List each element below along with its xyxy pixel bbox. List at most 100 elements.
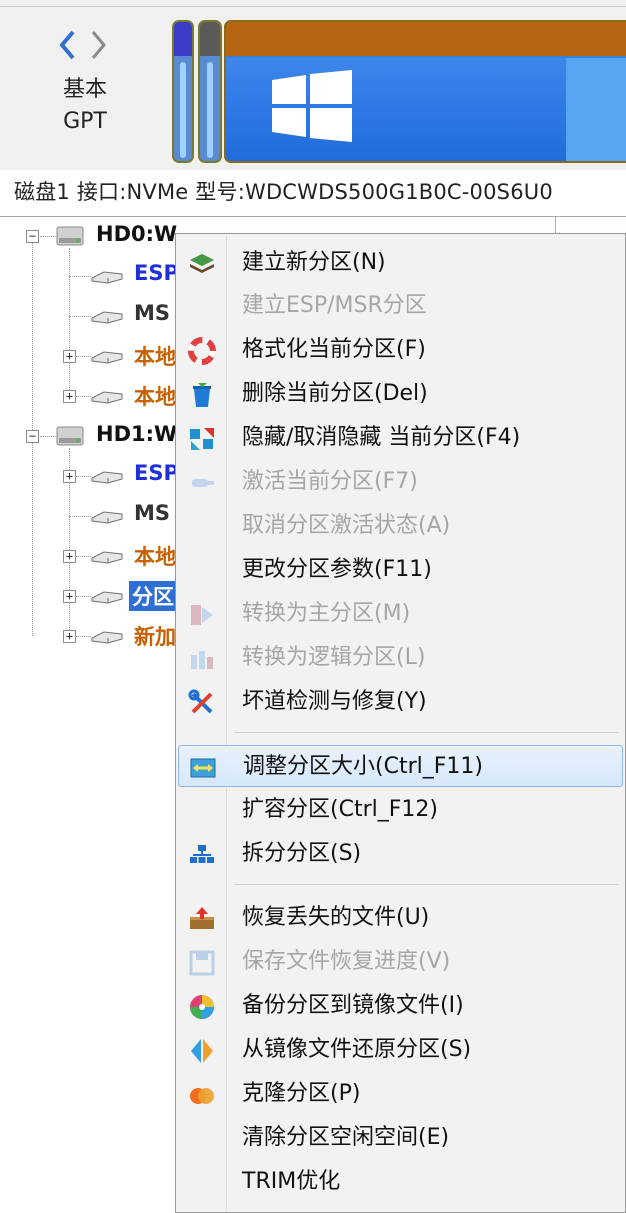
tree-partition-label[interactable]: 本地 [134, 341, 176, 371]
menu-item-17[interactable]: 备份分区到镜像文件(I) [178, 985, 623, 1027]
tree-partition-label[interactable]: ESP [134, 261, 179, 285]
partition-drive-icon [90, 589, 124, 604]
menu-item-3[interactable]: 格式化当前分区(F) [178, 329, 623, 371]
restore-icon [188, 1037, 216, 1065]
menu-item-label: 转换为主分区(M) [242, 601, 411, 626]
disk-map-bar: 基本 GPT [0, 0, 626, 170]
hard-disk-icon [56, 225, 84, 247]
tools-icon [188, 689, 216, 717]
menu-item-label: 清除分区空闲空间(E) [242, 1125, 450, 1150]
menu-item-19[interactable]: 克隆分区(P) [178, 1073, 623, 1115]
esp-partition-segment[interactable] [172, 20, 194, 163]
menu-item-21[interactable]: TRIM优化 [178, 1161, 623, 1203]
convert-logical-icon [188, 645, 216, 673]
menu-item-label: 取消分区激活状态(A) [242, 513, 451, 538]
menu-item-label: 克隆分区(P) [242, 1081, 361, 1106]
menu-item-label: 调整分区大小(Ctrl_F11) [243, 754, 483, 779]
menu-item-label: 建立ESP/MSR分区 [242, 293, 427, 318]
menu-item-13[interactable]: 扩容分区(Ctrl_F12) [178, 789, 623, 831]
tree-partition-label[interactable]: MS [134, 501, 170, 525]
tree-partition-label[interactable]: 新加 [134, 621, 176, 651]
tree-partition-label[interactable]: 本地 [134, 541, 176, 571]
disk-info-text: 磁盘1 接口:NVMe 型号:WDCWDS500G1B0C-00S6U0 [14, 180, 553, 204]
menu-item-10[interactable]: 转换为逻辑分区(L) [178, 637, 623, 679]
menu-item-15[interactable]: 恢复丢失的文件(U) [178, 897, 623, 939]
activate-icon [188, 469, 216, 497]
menu-item-11[interactable]: 坏道检测与修复(Y) [178, 681, 623, 723]
menu-item-label: 转换为逻辑分区(L) [242, 645, 426, 670]
tree-partition-label[interactable]: 本地 [134, 381, 176, 411]
clone-icon [188, 1081, 216, 1109]
partition-table-label: GPT [63, 109, 107, 134]
tree-connector [40, 236, 56, 237]
collapse-disk-toggle[interactable]: − [26, 430, 39, 443]
hard-disk-icon [56, 425, 84, 447]
menu-item-label: 建立新分区(N) [242, 250, 386, 275]
menu-item-label: 删除当前分区(Del) [242, 381, 428, 406]
tree-disk-label[interactable]: HD1:W [96, 422, 177, 446]
menu-item-8[interactable]: 更改分区参数(F11) [178, 549, 623, 591]
partition-drive-icon [90, 469, 124, 484]
expand-partition-toggle[interactable]: + [63, 390, 76, 403]
menu-item-label: 备份分区到镜像文件(I) [242, 993, 464, 1018]
partition-context-menu: 建立新分区(N) 建立ESP/MSR分区 格式化当前分区(F) 删除当前分区(Del)… [175, 233, 626, 1213]
trash-icon [188, 381, 216, 409]
split-icon [188, 841, 216, 869]
expand-partition-toggle[interactable]: + [63, 590, 76, 603]
windows-logo-icon [272, 70, 352, 142]
backup-icon [188, 993, 216, 1021]
menu-item-12[interactable]: 调整分区大小(Ctrl_F11) [178, 745, 623, 787]
menu-item-label: 隐藏/取消隐藏 当前分区(F4) [242, 425, 521, 450]
tree-connector [40, 436, 56, 437]
resize-icon [189, 754, 217, 782]
menu-item-label: TRIM优化 [242, 1169, 341, 1194]
expand-partition-toggle[interactable]: + [63, 550, 76, 563]
partition-drive-icon [90, 629, 124, 644]
menu-item-1[interactable]: 建立新分区(N) [178, 242, 623, 284]
menu-separator [234, 884, 618, 885]
partition-drive-icon [90, 269, 124, 284]
menu-item-label: 激活当前分区(F7) [242, 469, 418, 494]
menu-item-20[interactable]: 清除分区空闲空间(E) [178, 1117, 623, 1159]
tree-connector [69, 316, 91, 317]
menu-item-5[interactable]: 隐藏/取消隐藏 当前分区(F4) [178, 417, 623, 459]
tree-partition-label[interactable]: ESP [134, 461, 179, 485]
tree-connector [69, 516, 91, 517]
menu-item-label: 扩容分区(Ctrl_F12) [242, 797, 438, 822]
partition-drive-icon [90, 549, 124, 564]
partition-drive-icon [90, 309, 124, 324]
previous-disk-icon[interactable] [58, 28, 78, 62]
tree-connector [32, 443, 33, 636]
menu-item-16[interactable]: 保存文件恢复进度(V) [178, 941, 623, 983]
tree-partition-label[interactable]: MS [134, 301, 170, 325]
menu-item-label: 更改分区参数(F11) [242, 557, 432, 582]
save-icon [188, 949, 216, 977]
menu-item-label: 格式化当前分区(F) [242, 337, 426, 362]
menu-item-6[interactable]: 激活当前分区(F7) [178, 461, 623, 503]
menu-item-14[interactable]: 拆分分区(S) [178, 833, 623, 875]
msr-partition-segment[interactable] [198, 20, 222, 163]
partition-drive-icon [90, 389, 124, 404]
menu-item-9[interactable]: 转换为主分区(M) [178, 593, 623, 635]
tree-partition-label[interactable]: 分区 [129, 581, 177, 611]
menu-item-2[interactable]: 建立ESP/MSR分区 [178, 285, 623, 327]
menu-item-4[interactable]: 删除当前分区(Del) [178, 373, 623, 415]
expand-partition-toggle[interactable]: + [63, 630, 76, 643]
expand-partition-toggle[interactable]: + [63, 470, 76, 483]
partition-drive-icon [90, 509, 124, 524]
partition-drive-icon [90, 349, 124, 364]
menu-item-7[interactable]: 取消分区激活状态(A) [178, 505, 623, 547]
divider [0, 6, 626, 7]
tree-connector [69, 276, 91, 277]
next-disk-icon[interactable] [88, 28, 108, 62]
menu-separator [234, 732, 618, 733]
tree-disk-label[interactable]: HD0:W [96, 222, 177, 246]
recover-icon [188, 905, 216, 933]
lifebuoy-icon [188, 337, 216, 365]
collapse-disk-toggle[interactable]: − [26, 230, 39, 243]
menu-item-label: 拆分分区(S) [242, 841, 362, 866]
expand-partition-toggle[interactable]: + [63, 350, 76, 363]
tree-connector [69, 248, 70, 396]
menu-item-18[interactable]: 从镜像文件还原分区(S) [178, 1029, 623, 1071]
layers-icon [188, 250, 216, 278]
